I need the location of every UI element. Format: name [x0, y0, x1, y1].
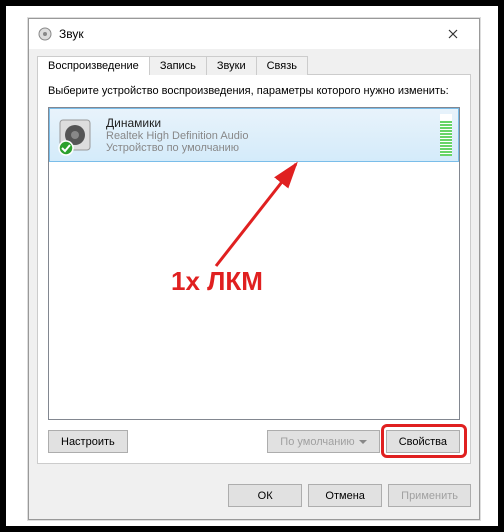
tab-communications[interactable]: Связь — [256, 56, 308, 75]
apply-button[interactable]: Применить — [388, 484, 471, 507]
sound-icon — [37, 26, 53, 42]
window-title: Звук — [59, 27, 431, 41]
device-driver: Realtek High Definition Audio — [106, 130, 432, 142]
ok-button[interactable]: ОК — [228, 484, 302, 507]
speaker-icon — [56, 114, 98, 156]
sound-dialog: Звук Воспроизведение Запись Звуки Связь … — [28, 18, 480, 520]
dialog-buttons: ОК Отмена Применить — [29, 472, 479, 519]
device-list[interactable]: Динамики Realtek High Definition Audio У… — [48, 107, 460, 420]
titlebar: Звук — [29, 19, 479, 49]
set-default-label: По умолчанию — [280, 436, 354, 448]
device-name: Динамики — [106, 116, 432, 130]
properties-button[interactable]: Свойства — [386, 430, 460, 453]
tab-playback[interactable]: Воспроизведение — [37, 56, 150, 75]
tab-sounds[interactable]: Звуки — [206, 56, 257, 75]
close-icon — [448, 29, 458, 39]
device-status: Устройство по умолчанию — [106, 142, 432, 154]
chevron-down-icon — [359, 440, 367, 444]
tab-strip: Воспроизведение Запись Звуки Связь — [37, 56, 471, 75]
set-default-button[interactable]: По умолчанию — [267, 430, 379, 453]
device-item[interactable]: Динамики Realtek High Definition Audio У… — [49, 108, 459, 162]
level-meter — [440, 114, 452, 156]
cancel-button[interactable]: Отмена — [308, 484, 382, 507]
close-button[interactable] — [431, 20, 475, 48]
instruction-text: Выберите устройство воспроизведения, пар… — [48, 85, 460, 97]
tab-panel: Выберите устройство воспроизведения, пар… — [37, 74, 471, 464]
device-info: Динамики Realtek High Definition Audio У… — [106, 116, 432, 154]
configure-button[interactable]: Настроить — [48, 430, 128, 453]
tab-recording[interactable]: Запись — [149, 56, 207, 75]
